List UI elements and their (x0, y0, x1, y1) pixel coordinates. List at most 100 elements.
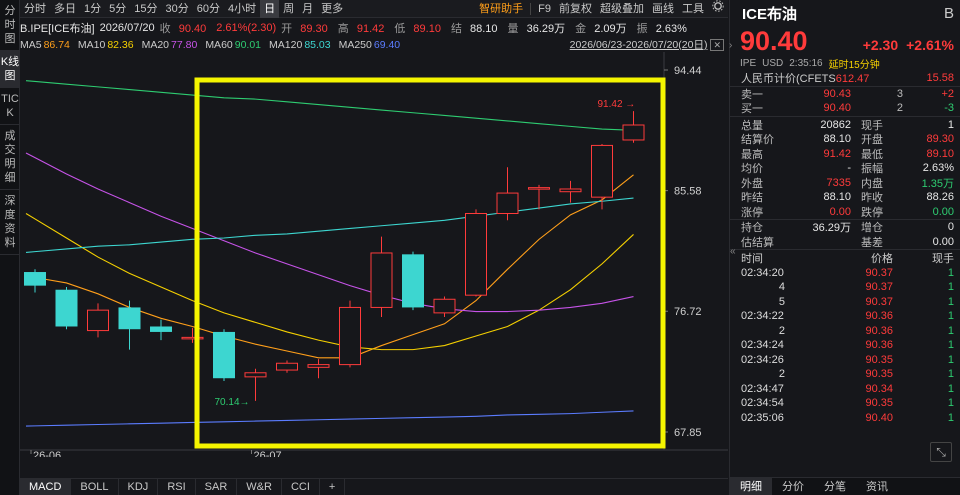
candle-body[interactable] (433, 298, 456, 314)
stat-row: 估结算 基差 0.00 (741, 235, 954, 249)
tool-button-3[interactable]: 超级叠加 (596, 0, 648, 18)
toolbar-divider (530, 2, 532, 15)
period-tab-2[interactable]: 1分 (80, 0, 105, 18)
ticks-list[interactable]: 02:34:20 90.37 1 4 90.37 1 5 90.37 1 02:34:22 90.3… (730, 266, 960, 426)
right-tab-3[interactable]: 资讯 (856, 478, 898, 495)
period-tab-0[interactable]: 分时 (20, 0, 50, 18)
indicator-tab-3[interactable]: RSI (158, 478, 196, 495)
indicator-tab-6[interactable]: CCI (282, 478, 320, 495)
indicator-tab-4[interactable]: SAR (196, 478, 238, 495)
collapse-left-arrow-icon[interactable]: › (729, 40, 739, 52)
candle-body[interactable] (402, 254, 424, 308)
candle-body[interactable] (24, 272, 46, 286)
candle-body[interactable] (118, 307, 141, 330)
tool-button-2[interactable]: 前复权 (555, 0, 596, 18)
tick-row: 02:34:20 90.37 1 (741, 266, 954, 279)
kline-chart[interactable]: 94.44 85.58 76.72 67.85 26-06 26-07 91.42 → 70.… (20, 52, 728, 457)
candle-body[interactable] (496, 192, 519, 214)
quote-time: 2:35:16 (789, 57, 823, 69)
candle-body[interactable] (339, 306, 361, 366)
currency-label: USD (762, 57, 784, 69)
period-tab-7[interactable]: 4小时 (224, 0, 260, 18)
left-tab-0[interactable]: 分时图 (0, 0, 20, 51)
low-label: 低 89.10 (394, 23, 441, 35)
ticks-header: 时间 价格 现手 (741, 253, 954, 266)
period-tab-10[interactable]: 月 (298, 0, 317, 18)
quote-name: ICE布油 (742, 5, 798, 23)
left-tab-4[interactable]: 深度资料 (0, 190, 20, 255)
indicator-tabs: MACD BOLL KDJ RSI SAR W&R CCI + (20, 478, 728, 495)
y-tick-label: 94.44 (674, 65, 702, 77)
left-vertical-tabs: 分时图 K线图 TICK 成交明细 深度资料 (0, 0, 20, 495)
candle-body[interactable] (370, 252, 393, 308)
candle-body[interactable] (465, 212, 487, 296)
tool-button-4[interactable]: 画线 (648, 0, 678, 18)
tool-button-5[interactable]: 工具 (678, 0, 708, 18)
indicator-tab-5[interactable]: W&R (237, 478, 282, 495)
high-label: 高 91.42 (337, 23, 385, 35)
date-range-label[interactable]: 2026/06/23-2026/07/20(20日) (570, 37, 708, 52)
right-tab-2[interactable]: 分笔 (814, 478, 856, 495)
sell1-row[interactable]: 卖一 90.43 3 +2 (730, 87, 960, 102)
period-tab-3[interactable]: 5分 (105, 0, 130, 18)
stat-row: 总量 20862 现手 1 (741, 118, 954, 132)
chart-toolbar: 分时 多日 1分 5分 15分 30分 60分 4小时日周月更多 智研助手 F9 前复权 超级叠加 画线… (20, 0, 728, 18)
candle-body[interactable] (181, 336, 204, 340)
left-tab-3[interactable]: 成交明细 (0, 125, 20, 190)
stat-row: 持仓 36.29万 增仓 0 (741, 221, 954, 235)
change-label: 2.61%(2.30) (216, 22, 277, 34)
ma-legend-ma120: MA120 85.03 (269, 38, 331, 51)
right-panel-tabs: 明细 分价 分笔 资讯 (730, 477, 960, 495)
indicator-tab-1[interactable]: BOLL (71, 478, 119, 495)
indicator-tab-0[interactable]: MACD (20, 478, 72, 495)
period-tab-11[interactable]: 更多 (317, 0, 347, 18)
right-tab-1[interactable]: 分价 (772, 478, 814, 495)
gear-icon[interactable] (708, 0, 728, 18)
candle-body[interactable] (622, 124, 645, 141)
candle-body[interactable] (276, 362, 298, 371)
stats-grid-2: 持仓 36.29万 增仓 0 估结算 基差 0.00 (730, 220, 960, 249)
candle-body[interactable] (559, 188, 582, 193)
stat-row: 昨结 88.10 昨收 88.26 (741, 191, 954, 205)
buy1-row[interactable]: 买一 90.40 2 -3 (730, 101, 960, 116)
tool-button-0[interactable]: 智研助手 (475, 0, 527, 18)
ma-legend-ma5: MA5 86.74 (20, 38, 70, 51)
candle-body[interactable] (150, 326, 172, 332)
ma-legend-ma10: MA10 82.36 (77, 38, 134, 51)
quote-change: +2.30 (862, 37, 899, 53)
tick-row: 5 90.37 1 (778, 295, 954, 308)
period-tab-9[interactable]: 周 (279, 0, 298, 18)
stats-grid: 总量 20862 现手 1 结算价 88.10 开盘 89.30 最高 91.42 最低 89.10 均… (730, 117, 960, 220)
candle-body[interactable] (307, 364, 330, 368)
quote-price: 90.40 (740, 26, 808, 56)
period-tab-8[interactable]: 日 (260, 0, 280, 18)
indicator-tab-7[interactable]: + (320, 478, 346, 495)
period-tab-1[interactable]: 多日 (50, 0, 80, 18)
left-tab-2[interactable]: TICK (0, 88, 20, 125)
candle-body[interactable] (55, 289, 78, 327)
rmb-price-row: 人民币计价(CFETS612.47 15.58 (741, 72, 954, 86)
date-label: 2026/07/20 (99, 22, 155, 34)
close-icon[interactable]: ✕ (710, 38, 724, 51)
y-tick-label: 76.72 (674, 306, 702, 318)
indicator-tab-2[interactable]: KDJ (119, 478, 159, 495)
tool-button-1[interactable]: F9 (534, 0, 555, 18)
close-label: 收 90.40 (159, 23, 207, 35)
period-tab-4[interactable]: 15分 (130, 0, 161, 18)
candle-body[interactable] (213, 331, 235, 379)
candle-body[interactable] (591, 144, 613, 198)
period-tab-6[interactable]: 60分 (193, 0, 224, 18)
right-tab-0[interactable]: 明细 (730, 478, 772, 495)
left-tab-1[interactable]: K线图 (0, 51, 20, 88)
quote-badge: B (943, 4, 954, 22)
collapse-right-arrow-icon[interactable]: « (730, 246, 740, 258)
ma-legend-ma20: MA20 77.80 (141, 38, 198, 51)
candle-body[interactable] (87, 309, 109, 332)
expand-icon[interactable]: ⤡ (930, 442, 952, 462)
candle-body[interactable] (244, 372, 267, 378)
candle-body[interactable] (528, 187, 550, 190)
x-tick-label: 26-07 (254, 450, 282, 457)
tick-row: 02:35:06 90.40 1 (741, 411, 954, 424)
period-tab-5[interactable]: 30分 (162, 0, 193, 18)
settle-label: 结 88.10 (450, 23, 498, 35)
